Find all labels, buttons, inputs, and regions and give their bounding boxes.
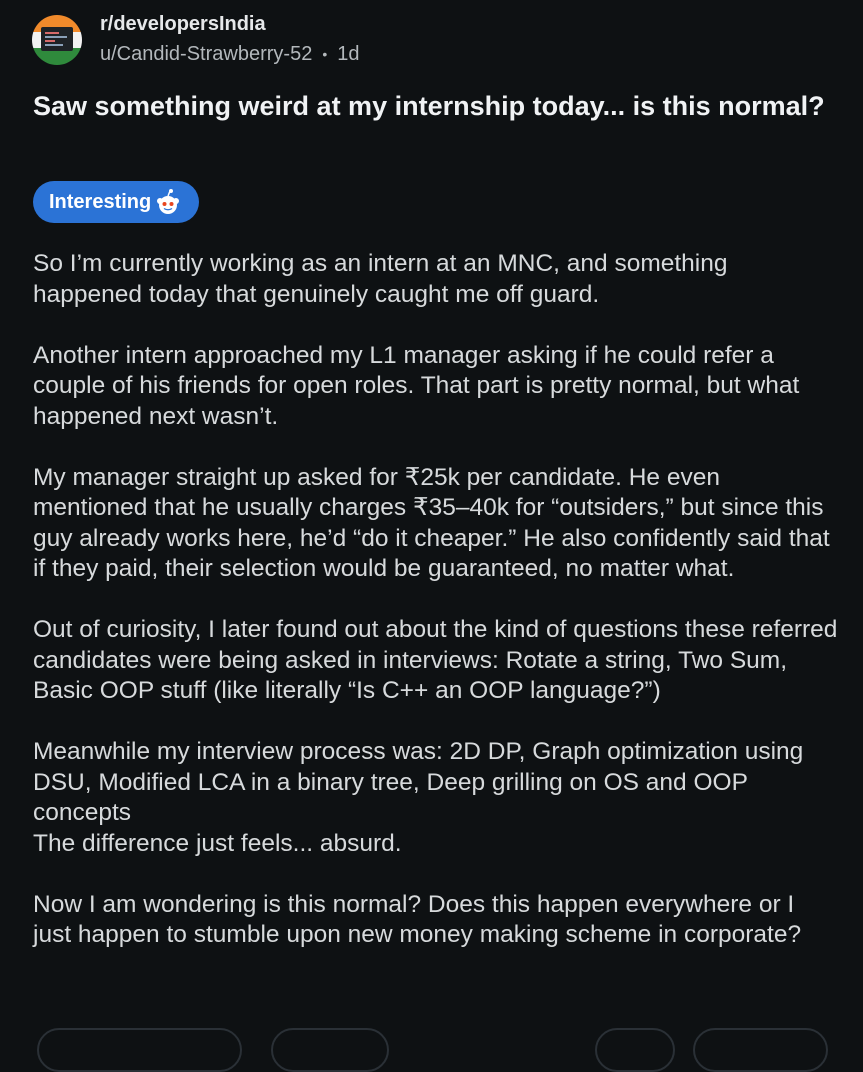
share-button[interactable] [693, 1028, 828, 1072]
flair-label: Interesting [49, 190, 152, 213]
snoo-icon [157, 189, 180, 214]
body-paragraph-3: My manager straight up asked for ₹25k pe… [33, 463, 830, 583]
body-paragraph-5-line-1: Meanwhile my interview process was: 2D D… [33, 738, 804, 826]
body-paragraph-5: Meanwhile my interview process was: 2D D… [33, 737, 838, 859]
post-flair[interactable]: Interesting [33, 181, 200, 223]
post-title: Saw something weird at my internship tod… [33, 91, 825, 121]
body-paragraph-1: So I’m currently working as an intern at… [33, 250, 728, 308]
post-age: 1d [337, 43, 360, 65]
body-paragraph-5-line-2: The difference just feels... absurd. [33, 829, 402, 857]
body-paragraph-6: Now I am wondering is this normal? Does … [33, 890, 802, 949]
award-button[interactable] [595, 1028, 675, 1072]
author-link[interactable]: u/Candid-Strawberry-52 [100, 42, 312, 66]
post-body: So I’m currently working as an intern at… [33, 249, 838, 981]
vote-button[interactable] [37, 1028, 242, 1072]
separator-dot: • [322, 46, 328, 62]
post-meta: r/developersIndia u/Candid-Strawberry-52… [100, 12, 359, 66]
subreddit-avatar-icon[interactable] [32, 15, 82, 65]
post-header: r/developersIndia u/Candid-Strawberry-52… [32, 12, 359, 72]
body-paragraph-2: Another intern approached my L1 manager … [33, 341, 800, 430]
post-action-bar [33, 1028, 833, 1072]
byline: u/Candid-Strawberry-52 • 1d [100, 42, 359, 66]
subreddit-link[interactable]: r/developersIndia [100, 12, 359, 36]
comments-button[interactable] [271, 1028, 389, 1072]
body-paragraph-4: Out of curiosity, I later found out abou… [33, 616, 838, 704]
